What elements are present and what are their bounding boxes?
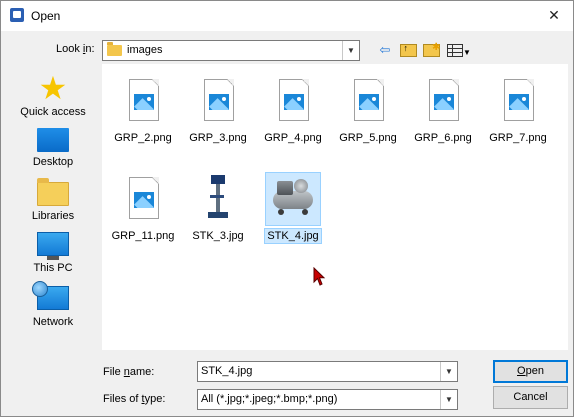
- file-thumbnail: [115, 172, 171, 226]
- chevron-down-icon[interactable]: ▼: [440, 362, 457, 381]
- view-menu-button[interactable]: ▼: [445, 41, 473, 59]
- file-name-label: GRP_4.png: [264, 132, 322, 144]
- image-file-icon: [279, 79, 309, 121]
- new-folder-button[interactable]: ✱: [421, 41, 441, 59]
- up-folder-icon: ↑: [399, 43, 417, 57]
- file-name-label: GRP_6.png: [414, 132, 472, 144]
- place-label: Libraries: [31, 210, 75, 222]
- chevron-down-icon: ▼: [463, 48, 471, 57]
- file-item[interactable]: GRP_6.png: [407, 74, 479, 146]
- place-label: Network: [32, 316, 74, 328]
- open-button[interactable]: Open: [493, 360, 568, 383]
- place-network[interactable]: Network: [8, 280, 98, 328]
- drill-press-thumbnail: [206, 175, 230, 219]
- file-item[interactable]: GRP_5.png: [332, 74, 404, 146]
- place-this-pc[interactable]: This PC: [8, 228, 98, 274]
- file-thumbnail: [415, 74, 471, 128]
- back-arrow-icon: ⇦: [379, 42, 391, 57]
- image-file-icon: [429, 79, 459, 121]
- star-icon: ★: [38, 70, 68, 106]
- file-item[interactable]: GRP_4.png: [257, 74, 329, 146]
- place-label: Quick access: [20, 106, 86, 118]
- file-name-label: GRP_11.png: [111, 230, 175, 242]
- file-name-label: File name:: [103, 366, 155, 378]
- chevron-down-icon[interactable]: ▼: [342, 41, 359, 60]
- file-thumbnail: [115, 74, 171, 128]
- file-thumbnail: [190, 74, 246, 128]
- file-name-label: GRP_5.png: [339, 132, 397, 144]
- file-thumbnail: [490, 74, 546, 128]
- file-type-select[interactable]: All (*.jpg;*.jpeg;*.bmp;*.png) ▼: [197, 389, 458, 410]
- sparkle-icon: ✱: [432, 42, 441, 53]
- file-item[interactable]: GRP_3.png: [182, 74, 254, 146]
- folder-icon: [107, 42, 122, 56]
- pc-icon: [37, 232, 69, 260]
- libraries-icon: [37, 178, 69, 206]
- close-icon: ✕: [548, 7, 560, 23]
- place-quick-access[interactable]: ★ Quick access: [8, 72, 98, 118]
- place-label: This PC: [33, 262, 73, 274]
- back-button[interactable]: ⇦: [375, 41, 395, 59]
- network-icon: [32, 281, 69, 310]
- file-name-label: STK_4.jpg: [264, 228, 322, 244]
- chevron-down-icon[interactable]: ▼: [440, 390, 457, 409]
- air-compressor-thumbnail: [272, 179, 314, 217]
- title-bar: Open ✕: [1, 1, 573, 31]
- image-file-icon: [354, 79, 384, 121]
- place-label: Desktop: [32, 156, 74, 168]
- file-name-label: STK_3.jpg: [192, 230, 244, 242]
- dialog-title: Open: [31, 9, 61, 23]
- file-name-label: GRP_2.png: [114, 132, 172, 144]
- file-item[interactable]: GRP_7.png: [482, 74, 554, 146]
- desktop-icon: [37, 128, 69, 152]
- image-file-icon: [204, 79, 234, 121]
- cancel-button[interactable]: Cancel: [493, 386, 568, 409]
- up-folder-button[interactable]: ↑: [398, 41, 418, 59]
- close-button[interactable]: ✕: [545, 6, 563, 24]
- file-type-label: Files of type:: [103, 393, 166, 405]
- file-list[interactable]: GRP_2.png GRP_3.png GRP_4.png GRP_5.png …: [102, 64, 568, 350]
- file-thumbnail: [265, 74, 321, 128]
- look-in-combo[interactable]: images ▼: [102, 40, 360, 61]
- file-thumbnail: [190, 172, 246, 226]
- image-file-icon: [129, 177, 159, 219]
- file-item[interactable]: GRP_2.png: [107, 74, 179, 146]
- file-item[interactable]: GRP_11.png: [107, 172, 179, 244]
- place-desktop[interactable]: Desktop: [8, 124, 98, 168]
- app-icon: [10, 8, 24, 22]
- file-thumbnail: [340, 74, 396, 128]
- place-libraries[interactable]: Libraries: [8, 176, 98, 222]
- file-type-value: All (*.jpg;*.jpeg;*.bmp;*.png): [201, 393, 338, 405]
- file-name-input[interactable]: STK_4.jpg ▼: [197, 361, 458, 382]
- file-item[interactable]: STK_3.jpg: [182, 172, 254, 244]
- file-thumbnail: [265, 172, 321, 226]
- image-file-icon: [129, 79, 159, 121]
- view-menu-icon: [447, 44, 464, 57]
- file-item-selected[interactable]: STK_4.jpg: [257, 172, 329, 244]
- file-name-label: GRP_3.png: [189, 132, 247, 144]
- look-in-label: Look in:: [56, 43, 95, 55]
- image-file-icon: [504, 79, 534, 121]
- file-name-value: STK_4.jpg: [201, 365, 253, 377]
- look-in-value: images: [127, 44, 163, 56]
- file-name-label: GRP_7.png: [489, 132, 547, 144]
- places-bar: ★ Quick access Desktop Libraries This PC…: [8, 64, 98, 407]
- open-dialog: Open ✕ Look in: images ▼ ⇦ ↑ ✱ ▼ ★ Quick…: [0, 0, 574, 417]
